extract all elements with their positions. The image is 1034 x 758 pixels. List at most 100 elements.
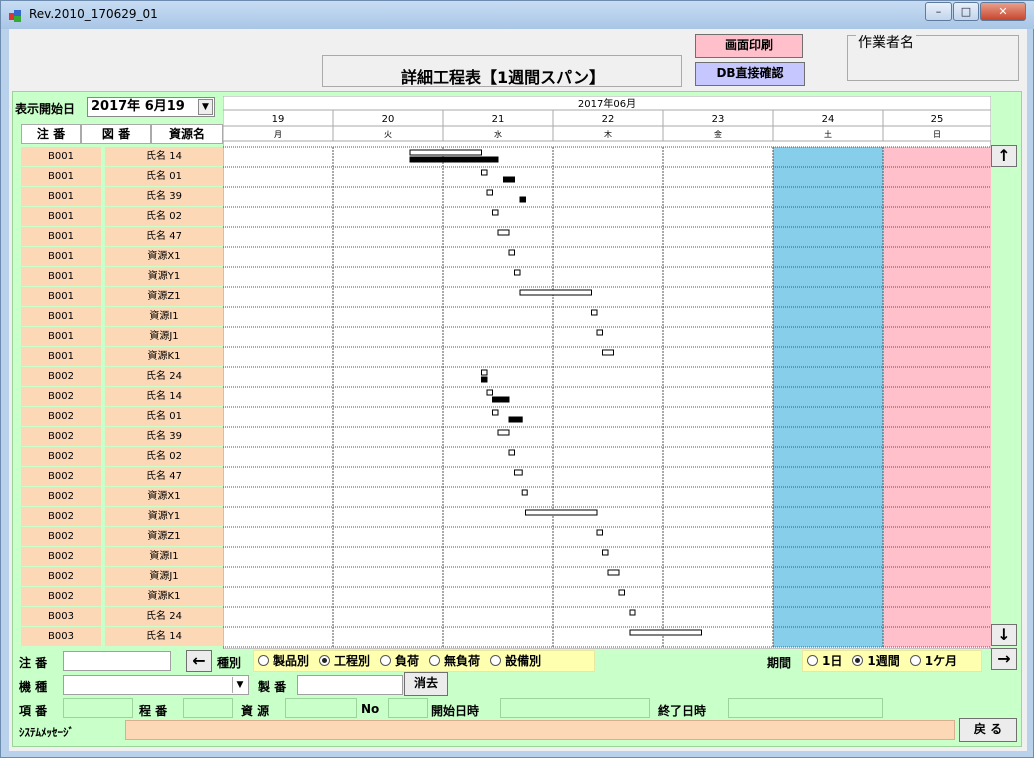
period-option[interactable]: 1週間 (852, 654, 900, 668)
row-resource-cell: 資源J1 (105, 327, 223, 346)
type-option[interactable]: 設備別 (490, 654, 541, 668)
arrow-up-icon: ↑ (997, 146, 1011, 165)
gantt-chart[interactable]: 2017年06月 19 月 20 火 21 水 22 木 23 金 24 土 25 日 (223, 96, 991, 649)
radio-icon[interactable] (852, 655, 864, 666)
scroll-up-button[interactable]: ↑ (991, 145, 1017, 167)
radio-icon[interactable] (807, 655, 818, 666)
weekday-header-label: 火 (384, 130, 392, 139)
row-resource-cell: 氏名 39 (105, 187, 223, 206)
minimize-button[interactable]: – (925, 2, 952, 21)
row-order-cell: B001 (21, 167, 101, 186)
plan-bar (508, 249, 515, 256)
type-option-label: 負荷 (395, 654, 420, 668)
actual-bar (492, 396, 510, 403)
no-field[interactable] (388, 698, 428, 718)
row-order-cell: B001 (21, 267, 101, 286)
clear-button[interactable]: 消去 (404, 672, 448, 696)
model-select[interactable]: ▼ (63, 675, 249, 695)
type-option[interactable]: 製品別 (258, 654, 309, 668)
period-radio-group: 1日 1週間 1ケ月 (802, 650, 982, 672)
period-option[interactable]: 1ケ月 (909, 654, 957, 668)
schedule-panel: 表示開始日 2017年 6月19 ▼ 注 番 図 番 資源名 B001 氏名 14… (12, 91, 1022, 747)
close-button[interactable]: ✕ (980, 2, 1026, 21)
type-option[interactable]: 負荷 (380, 654, 419, 668)
start-datetime-label: 開始日時 (431, 704, 480, 718)
row-resource-cell: 氏名 47 (105, 227, 223, 246)
actual-bar (409, 156, 499, 163)
row-resource-cell: 氏名 14 (105, 387, 223, 406)
period-option-label: 1日 (822, 654, 843, 668)
page-title: 詳細工程表【1週間スパン】 (401, 68, 605, 87)
radio-icon[interactable] (909, 655, 921, 666)
plan-bar (629, 629, 702, 636)
plan-bar (514, 469, 523, 476)
worker-groupbox: 作業者名 (847, 32, 1019, 81)
start-date-picker[interactable]: 2017年 6月19 ▼ (87, 97, 215, 117)
arrow-left-icon: ← (192, 651, 206, 670)
app-icon (9, 8, 22, 22)
row-order-cell: B002 (21, 367, 101, 386)
row-resource-cell: 資源I1 (105, 307, 223, 326)
row-order-cell: B001 (21, 227, 101, 246)
title-bar[interactable]: Rev.2010_170629_01 – □ ✕ (1, 1, 1034, 29)
dropdown-arrow-icon[interactable]: ▼ (198, 99, 213, 115)
type-label: 種別 (217, 656, 242, 670)
radio-icon[interactable] (380, 655, 392, 666)
model-label: 機 種 (19, 680, 48, 694)
row-order-cell: B001 (21, 187, 101, 206)
day-header-label: 23 (712, 114, 725, 125)
actual-bar (508, 416, 523, 423)
row-resource-cell: 氏名 02 (105, 207, 223, 226)
plan-bar (497, 429, 510, 436)
resource-field[interactable] (285, 698, 357, 718)
row-resource-cell: 資源K1 (105, 347, 223, 366)
no-label: No (361, 702, 380, 716)
row-list: B001 氏名 14 B001 氏名 01 B001 氏名 39 B001 氏名 02 B001… (21, 147, 223, 647)
row-resource-cell: 氏名 01 (105, 407, 223, 426)
process-field[interactable] (183, 698, 233, 718)
month-header-label: 2017年06月 (578, 97, 636, 110)
plan-bar (497, 229, 510, 236)
plan-bar (492, 409, 499, 416)
start-datetime-field[interactable] (500, 698, 650, 718)
plan-bar (486, 389, 493, 396)
row-order-cell: B002 (21, 467, 101, 486)
worker-label: 作業者名 (856, 32, 916, 52)
db-confirm-button[interactable]: DB直接確認 (695, 62, 805, 86)
row-order-cell: B002 (21, 387, 101, 406)
row-order-cell: B003 (21, 607, 101, 626)
period-option[interactable]: 1日 (807, 654, 842, 668)
type-option-label: 工程別 (334, 654, 371, 668)
row-resource-cell: 資源I1 (105, 547, 223, 566)
row-resource-cell: 氏名 24 (105, 607, 223, 626)
radio-icon[interactable] (490, 655, 502, 666)
row-order-cell: B002 (21, 507, 101, 526)
prev-button[interactable]: ← (186, 650, 212, 672)
row-order-cell: B001 (21, 147, 101, 166)
end-datetime-label: 終了日時 (658, 704, 707, 718)
maximize-button[interactable]: □ (953, 2, 979, 21)
type-option[interactable]: 工程別 (319, 654, 370, 668)
item-field[interactable] (63, 698, 133, 718)
radio-icon[interactable] (258, 655, 269, 666)
radio-icon[interactable] (429, 655, 441, 666)
plan-bar (486, 189, 493, 196)
end-datetime-field[interactable] (728, 698, 883, 718)
type-option-label: 無負荷 (444, 654, 481, 668)
period-option-label: 1週間 (867, 654, 900, 668)
radio-icon[interactable] (319, 655, 331, 666)
plan-bar (481, 169, 488, 176)
process-label: 程 番 (139, 704, 168, 718)
order-input[interactable] (63, 651, 171, 671)
plan-bar (596, 329, 603, 336)
serial-label: 製 番 (258, 680, 287, 694)
next-button[interactable]: → (991, 648, 1017, 670)
back-button[interactable]: 戻 る (959, 718, 1017, 742)
serial-input[interactable] (297, 675, 403, 695)
row-resource-cell: 資源Y1 (105, 507, 223, 526)
model-dropdown-arrow-icon[interactable]: ▼ (232, 677, 247, 693)
scroll-down-button[interactable]: ↓ (991, 624, 1017, 646)
type-option[interactable]: 無負荷 (429, 654, 480, 668)
print-screen-button[interactable]: 画面印刷 (695, 34, 803, 58)
main-window: Rev.2010_170629_01 – □ ✕ 詳細工程表【1週間スパン】 画… (0, 0, 1034, 758)
